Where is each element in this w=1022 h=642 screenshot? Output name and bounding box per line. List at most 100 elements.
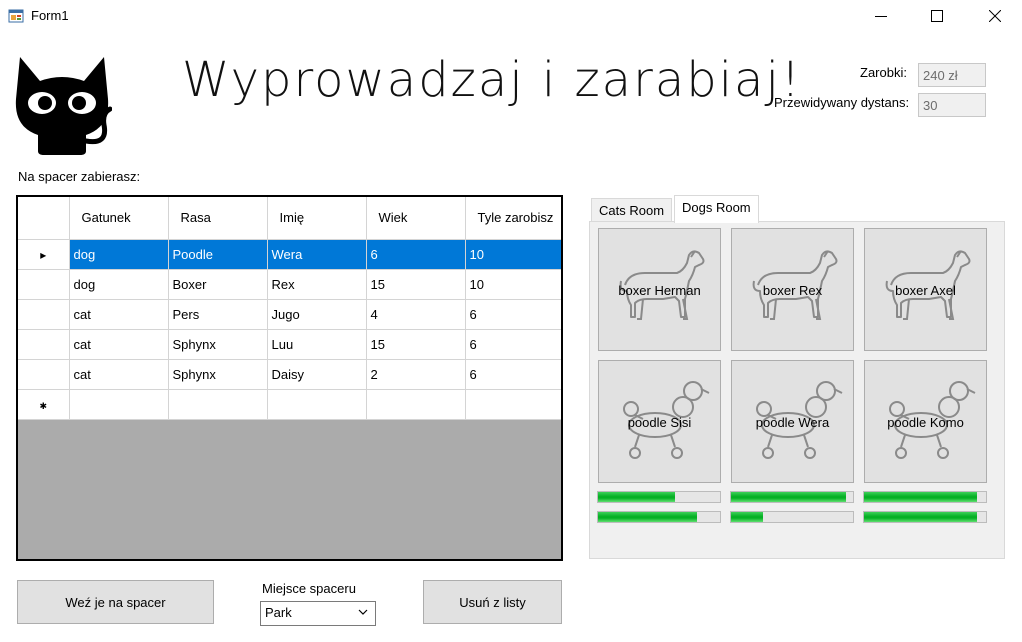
cell-imie[interactable]: Daisy [267,359,367,390]
progress-fill [598,512,697,522]
title-bar: Form1 [0,0,1022,32]
grid-corner-header[interactable] [18,197,70,240]
take-for-walk-button[interactable]: Weź je na spacer [17,580,214,624]
app-title: Wyprowadzaj i zarabiaj! [182,52,803,108]
dog-button-label: boxer Axel [895,283,956,298]
maximize-icon [931,10,943,22]
grid-caption: Na spacer zabierasz: [18,169,141,184]
table-row[interactable]: cat Pers Jugo 4 6 [18,299,561,330]
cell-gatunek[interactable]: dog [69,239,169,270]
column-header-tyle-zarobisz[interactable]: Tyle zarobisz [465,197,561,240]
progress-bar [597,511,721,523]
row-header[interactable] [18,269,70,300]
column-header-rasa[interactable]: Rasa [168,197,268,240]
cell-wiek[interactable]: 15 [366,329,466,360]
cell-rasa[interactable]: Boxer [168,269,268,300]
walk-place-value: Park [265,605,292,620]
table-row[interactable]: dog Boxer Rex 15 10 [18,269,561,300]
cell-wiek[interactable]: 2 [366,359,466,390]
cell-tyle-zarobisz[interactable]: 10 [465,269,561,300]
cell-rasa[interactable]: Poodle [168,239,268,270]
chevron-down-icon [358,609,368,615]
table-row[interactable]: cat Sphynx Luu 15 6 [18,329,561,360]
walk-place-label: Miejsce spaceru [262,581,356,596]
cell-tyle-zarobisz[interactable]: 6 [465,359,561,390]
dog-button-boxer-axel[interactable]: boxer Axel [864,228,987,351]
dog-button-label: poodle Wera [755,415,830,430]
cell-wiek[interactable] [366,389,466,420]
row-header[interactable]: ✱ [18,389,70,420]
close-button[interactable] [972,0,1018,32]
progress-bar [863,511,987,523]
cell-gatunek[interactable]: dog [69,269,169,300]
column-header-gatunek[interactable]: Gatunek [69,197,169,240]
cell-imie[interactable]: Luu [267,329,367,360]
progress-bar [597,491,721,503]
cell-tyle-zarobisz[interactable]: 6 [465,329,561,360]
dog-button-label: poodle Komo [887,415,964,430]
winforms-form-icon [8,9,24,23]
current-row-icon: ▸ [40,247,47,262]
table-row[interactable]: ▸ dog Poodle Wera 6 10 [18,239,561,270]
progress-bar [730,511,854,523]
grid-header-row: Gatunek Rasa Imię Wiek Tyle zarobisz [18,197,561,240]
close-icon [989,10,1001,22]
window-title: Form1 [31,8,69,23]
cell-tyle-zarobisz[interactable]: 10 [465,239,561,270]
row-header[interactable] [18,359,70,390]
walk-place-select[interactable]: Park [260,601,376,626]
progress-fill [864,512,978,522]
column-header-imie[interactable]: Imię [267,197,367,240]
dog-button-boxer-herman[interactable]: boxer Herman [598,228,721,351]
column-header-wiek[interactable]: Wiek [366,197,466,240]
minimize-button[interactable] [858,0,904,32]
cell-rasa[interactable]: Pers [168,299,268,330]
black-cat-icon [15,57,112,155]
remove-from-list-button[interactable]: Usuń z listy [423,580,562,624]
earnings-field[interactable]: 240 zł [918,63,986,87]
cell-gatunek[interactable]: cat [69,299,169,330]
cell-rasa[interactable]: Sphynx [168,359,268,390]
new-row[interactable]: ✱ [18,389,561,420]
dog-button-label: poodle Sisi [627,415,692,430]
dog-button-label: boxer Herman [618,283,701,298]
table-row[interactable]: cat Sphynx Daisy 2 6 [18,359,561,390]
cell-gatunek[interactable] [69,389,169,420]
new-row-icon: ✱ [39,400,48,411]
dog-button-poodle-komo[interactable]: poodle Komo [864,360,987,483]
cell-tyle-zarobisz[interactable] [465,389,561,420]
cell-gatunek[interactable]: cat [69,329,169,360]
progress-bar [863,491,987,503]
maximize-button[interactable] [914,0,960,32]
dog-button-poodle-sisi[interactable]: poodle Sisi [598,360,721,483]
tab-cats-room[interactable]: Cats Room [591,198,673,222]
cell-wiek[interactable]: 15 [366,269,466,300]
progress-fill [598,492,675,502]
dog-button-poodle-wera[interactable]: poodle Wera [731,360,854,483]
row-header[interactable]: ▸ [18,239,70,270]
tab-dogs-room[interactable]: Dogs Room [674,195,759,223]
cell-imie[interactable]: Rex [267,269,367,300]
cell-imie[interactable] [267,389,367,420]
progress-fill [731,492,846,502]
cell-imie[interactable]: Wera [267,239,367,270]
row-header[interactable] [18,299,70,330]
cell-rasa[interactable]: Sphynx [168,329,268,360]
row-header[interactable] [18,329,70,360]
progress-bar [730,491,854,503]
cell-wiek[interactable]: 4 [366,299,466,330]
dog-button-boxer-rex[interactable]: boxer Rex [731,228,854,351]
dog-button-label: boxer Rex [762,283,823,298]
distance-field[interactable]: 30 [918,93,986,117]
cell-rasa[interactable] [168,389,268,420]
walk-list-grid[interactable]: Gatunek Rasa Imię Wiek Tyle zarobisz ▸ d… [16,195,563,561]
distance-label: Przewidywany dystans: [774,95,910,110]
earnings-label: Zarobki: [860,65,907,80]
cell-wiek[interactable]: 6 [366,239,466,270]
minimize-icon [875,16,887,17]
progress-fill [864,492,978,502]
cell-gatunek[interactable]: cat [69,359,169,390]
cell-imie[interactable]: Jugo [267,299,367,330]
cell-tyle-zarobisz[interactable]: 6 [465,299,561,330]
progress-fill [731,512,763,522]
